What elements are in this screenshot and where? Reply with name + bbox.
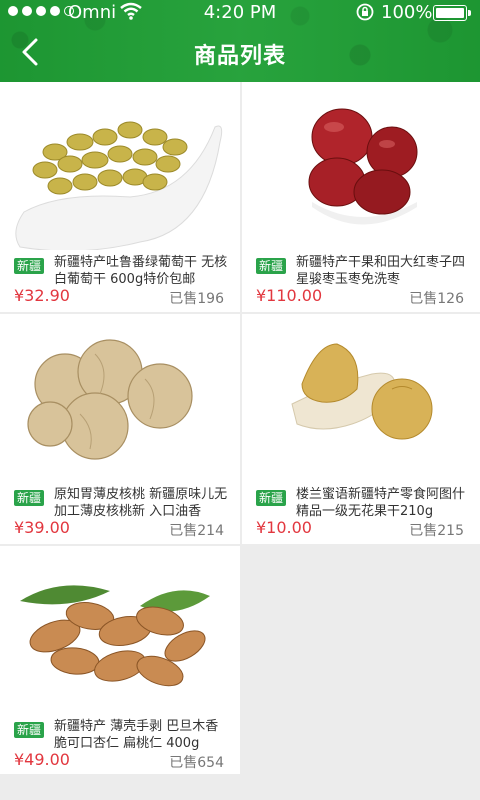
status-bar: Omni 4:20 PM 100% xyxy=(0,0,480,24)
product-name[interactable]: 新疆特产吐鲁番绿葡萄干 无核白葡萄干 600g特价包邮 xyxy=(54,254,230,290)
product-image-red-dates[interactable] xyxy=(242,82,480,250)
product-price: ¥39.00 xyxy=(14,518,70,537)
region-tag: 新疆 xyxy=(14,722,45,738)
battery-percent: 100% xyxy=(381,2,433,23)
product-grid: 新疆 新疆特产吐鲁番绿葡萄干 无核白葡萄干 600g特价包邮 ¥32.90 已售… xyxy=(0,82,480,800)
product-image-raisins[interactable] xyxy=(0,82,240,250)
top-bar: Omni 4:20 PM 100% 商品列表 xyxy=(0,0,480,82)
region-tag: 新疆 xyxy=(256,258,287,274)
product-price: ¥32.90 xyxy=(14,286,70,305)
sold-count: 已售214 xyxy=(169,523,224,539)
product-card[interactable]: 新疆 楼兰蜜语新疆特产零食阿图什精品一级无花果干210g ¥10.00 已售21… xyxy=(242,314,480,544)
product-image-dried-figs[interactable] xyxy=(242,314,480,482)
product-name[interactable]: 新疆特产 薄壳手剥 巴旦木香脆可口杏仁 扁桃仁 400g xyxy=(54,718,230,754)
rotation-lock-icon xyxy=(356,3,374,21)
sold-count: 已售196 xyxy=(169,291,224,307)
product-name[interactable]: 原知胃薄皮核桃 新疆原味儿无加工薄皮核桃新 入口油香 xyxy=(54,486,230,522)
product-image-almonds[interactable] xyxy=(0,546,240,714)
product-card[interactable]: 新疆 新疆特产吐鲁番绿葡萄干 无核白葡萄干 600g特价包邮 ¥32.90 已售… xyxy=(0,82,240,312)
nav-bar: 商品列表 xyxy=(0,24,480,82)
sold-count: 已售126 xyxy=(409,291,464,307)
product-price: ¥49.00 xyxy=(14,750,70,769)
battery-icon xyxy=(433,5,471,21)
product-image-walnuts[interactable] xyxy=(0,314,240,482)
region-tag: 新疆 xyxy=(256,490,287,506)
product-card[interactable]: 新疆 新疆特产干果和田大红枣子四星骏枣玉枣免洗枣 ¥110.00 已售126 xyxy=(242,82,480,312)
product-card[interactable]: 新疆 新疆特产 薄壳手剥 巴旦木香脆可口杏仁 扁桃仁 400g ¥49.00 已… xyxy=(0,546,240,774)
product-name[interactable]: 新疆特产干果和田大红枣子四星骏枣玉枣免洗枣 xyxy=(296,254,472,290)
sold-count: 已售215 xyxy=(409,523,464,539)
region-tag: 新疆 xyxy=(14,490,45,506)
region-tag: 新疆 xyxy=(14,258,45,274)
product-name[interactable]: 楼兰蜜语新疆特产零食阿图什精品一级无花果干210g xyxy=(296,486,472,522)
page-title: 商品列表 xyxy=(193,44,286,69)
product-price: ¥10.00 xyxy=(256,518,312,537)
sold-count: 已售654 xyxy=(169,755,224,771)
product-price: ¥110.00 xyxy=(256,286,323,305)
product-card[interactable]: 新疆 原知胃薄皮核桃 新疆原味儿无加工薄皮核桃新 入口油香 ¥39.00 已售2… xyxy=(0,314,240,544)
